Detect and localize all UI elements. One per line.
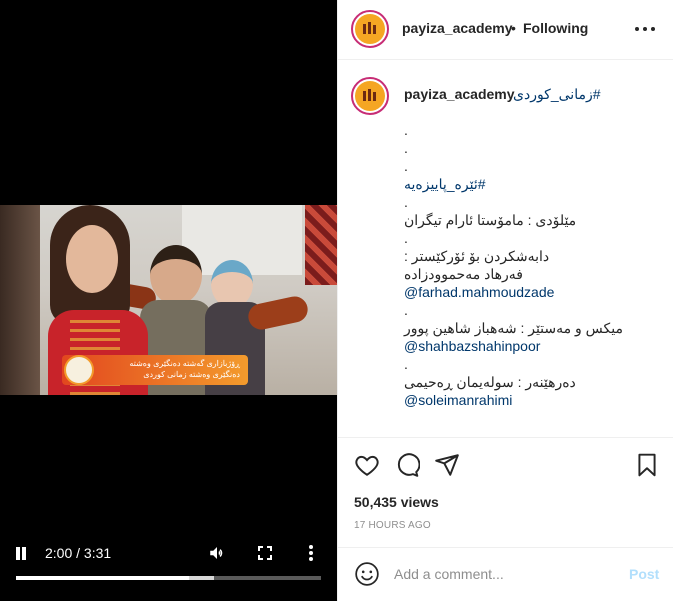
video-time: 2:00 / 3:31 [45, 545, 112, 561]
more-options-icon[interactable] [635, 27, 655, 31]
video-played-fill [16, 576, 190, 580]
avatar[interactable] [351, 10, 389, 48]
caption-line: . [404, 301, 664, 319]
caption-link[interactable]: #ئێرە_پاییزەیە [404, 175, 664, 193]
comment-input[interactable] [394, 563, 614, 585]
fullscreen-icon[interactable] [257, 545, 273, 561]
heart-icon[interactable] [354, 452, 380, 478]
following-button[interactable]: Following [523, 20, 588, 36]
post-comment-button[interactable]: Post [629, 566, 659, 582]
caption-line-text: . [404, 302, 408, 318]
caption-line: . [404, 121, 664, 139]
caption-line-text: . [404, 122, 408, 138]
caption-line-text: . [404, 356, 408, 372]
more-vertical-icon[interactable] [308, 545, 314, 561]
pause-icon[interactable] [14, 547, 28, 561]
caption-line-text: فەرهاد مەحموودزادە [404, 266, 523, 282]
comment-bar: Post [338, 549, 673, 601]
caption-line: میکس و مەستێر : شەهباز شاهین پوور [404, 319, 664, 337]
video-wall-rug [305, 205, 337, 285]
caption-line-text: دابەشکردن بۆ ئۆرکێستر : [404, 248, 550, 264]
caption-line-text[interactable]: @soleimanrahimi [404, 392, 512, 408]
video-player[interactable]: ڕۆژبازاری گەشتە دەنگێری وەشتە دەنگێری وە… [0, 0, 337, 601]
caption-text: ... #ئێرە_پاییزەیە. مێلۆدی : مامۆستا ئارام… [404, 121, 664, 409]
caption-line: مێلۆدی : مامۆستا ئارام تیگران [404, 211, 664, 229]
post-header: payiza_academy • Following [338, 0, 673, 60]
avatar[interactable] [351, 77, 389, 115]
caption-line-text[interactable]: @shahbazshahinpoor [404, 338, 540, 354]
video-controls: 2:00 / 3:31 [0, 540, 337, 580]
caption-hashtag[interactable]: #زمانی_کوردی [513, 86, 601, 103]
caption-line: دەرهێنەر : سولەیمان ڕەحیمی [404, 373, 664, 391]
caption-line: . [404, 157, 664, 175]
payiza-logo-icon [355, 81, 385, 111]
caption-line: دابەشکردن بۆ ئۆرکێستر : [404, 247, 664, 265]
comment-bubble-icon[interactable] [394, 452, 421, 478]
smiley-icon[interactable] [354, 561, 380, 587]
lower-third-line-1: ڕۆژبازاری گەشتە دەنگێری وەشتە [129, 359, 240, 368]
video-frame[interactable]: ڕۆژبازاری گەشتە دەنگێری وەشتە دەنگێری وە… [0, 205, 337, 395]
caption-line: . [404, 193, 664, 211]
caption-username[interactable]: payiza_academy [404, 86, 515, 102]
caption-line-text: . [404, 194, 408, 210]
caption-area[interactable]: payiza_academy #زمانی_کوردی ... #ئێرە_پای… [338, 61, 673, 437]
video-progress-bar[interactable] [16, 576, 321, 580]
caption-line-text: مێلۆدی : مامۆستا ئارام تیگران [404, 212, 577, 228]
caption-line: . [404, 229, 664, 247]
post-panel: payiza_academy • Following payiza_academ… [337, 0, 673, 601]
video-logo-icon [64, 355, 94, 385]
bookmark-icon[interactable] [634, 452, 660, 478]
caption-link[interactable]: @shahbazshahinpoor [404, 337, 664, 355]
caption-link[interactable]: @farhad.mahmoudzade [404, 283, 664, 301]
post-actions: 50,435 views 17 HOURS AGO [338, 437, 673, 548]
caption-line: فەرهاد مەحموودزادە [404, 265, 664, 283]
caption-line-text: دەرهێنەر : سولەیمان ڕەحیمی [404, 374, 576, 390]
caption-line-text: . [404, 230, 408, 246]
volume-icon[interactable] [208, 544, 226, 567]
caption-line-text: میکس و مەستێر : شەهباز شاهین پوور [404, 320, 623, 336]
caption-line-text: . [404, 140, 408, 156]
video-background [0, 205, 40, 395]
view-count[interactable]: 50,435 views [354, 494, 439, 510]
lower-third-line-2: دەنگێری وەشتە زمانی کوردی [143, 370, 240, 379]
caption-line-text[interactable]: @farhad.mahmoudzade [404, 284, 554, 300]
post-timestamp[interactable]: 17 HOURS AGO [354, 520, 431, 531]
paper-plane-icon[interactable] [434, 452, 460, 478]
header-username[interactable]: payiza_academy [402, 20, 513, 36]
caption-line: . [404, 355, 664, 373]
caption-line-text[interactable]: #ئێرە_پاییزەیە [404, 175, 486, 193]
caption-link[interactable]: @soleimanrahimi [404, 391, 664, 409]
payiza-logo-icon [355, 14, 385, 44]
caption-line-text: . [404, 158, 408, 174]
caption-line: . [404, 139, 664, 157]
header-separator: • [511, 20, 516, 36]
